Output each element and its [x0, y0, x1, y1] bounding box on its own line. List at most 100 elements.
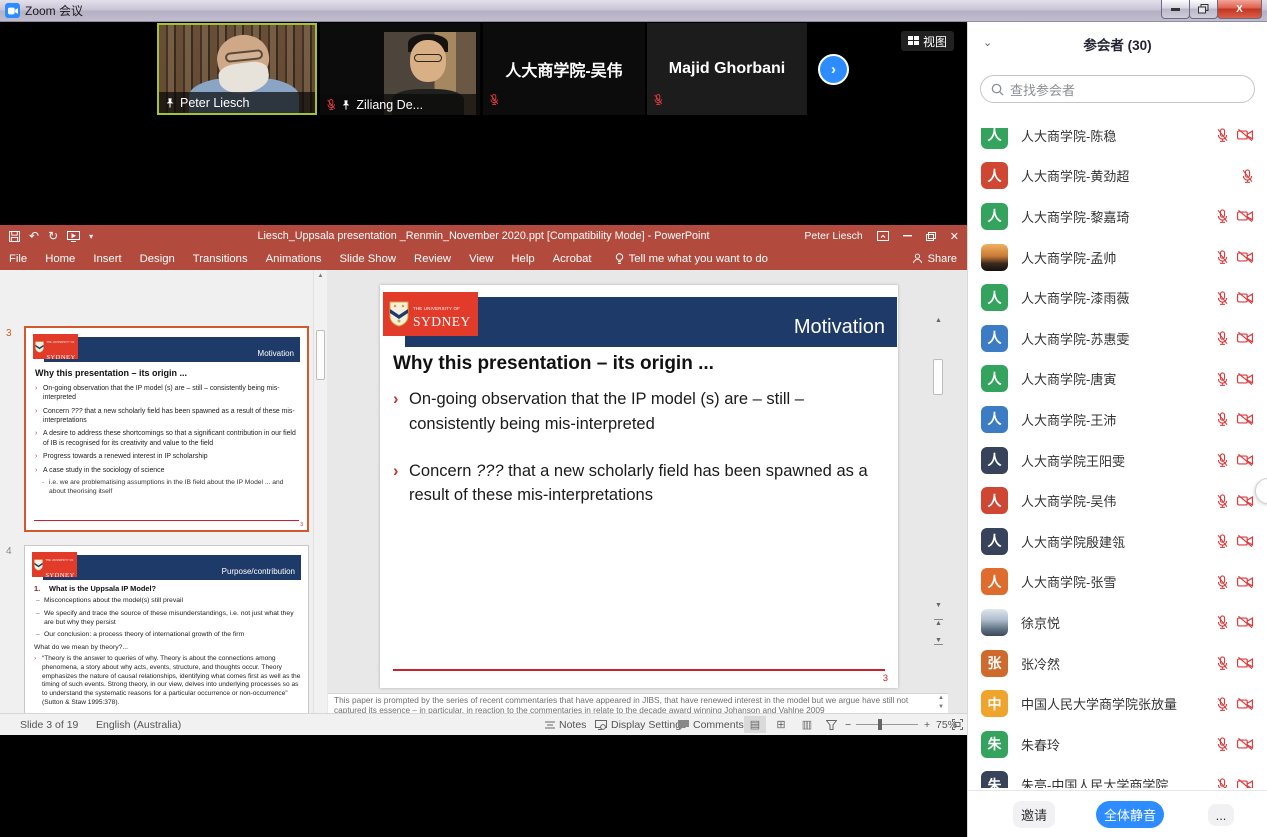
powerpoint-window: ↶ ↻ ▾ Liesch_Uppsala presentation _Renmi…: [0, 225, 967, 735]
ribbon-tab-help[interactable]: Help: [502, 247, 543, 270]
participant-row[interactable]: 人人大商学院-陈稳: [968, 128, 1267, 156]
thumb-slide-title: Why this presentation – its origin ...: [35, 368, 187, 378]
video-tile[interactable]: Ziliang De...: [320, 23, 480, 115]
reading-view-button[interactable]: ▥: [796, 716, 818, 733]
more-options-button[interactable]: ...: [1208, 804, 1234, 826]
mic-muted-icon: [1216, 208, 1229, 224]
fit-slide-to-window-button[interactable]: [952, 714, 963, 735]
slideshow-view-button[interactable]: [820, 716, 842, 733]
camera-muted-icon: [1236, 697, 1254, 711]
participant-row[interactable]: 人人大商学院-黎嘉琦: [968, 196, 1267, 237]
participant-list[interactable]: 人人大商学院-陈稳人人大商学院-黄劲超人人大商学院-黎嘉琦人大商学院-孟帅人人大…: [968, 128, 1267, 788]
invite-button[interactable]: 邀请: [1013, 801, 1055, 828]
participant-row[interactable]: 朱朱亮-中国人民大学商学院: [968, 765, 1267, 789]
qat-dropdown-caret-icon[interactable]: ▾: [89, 232, 93, 241]
ribbon-tab-acrobat[interactable]: Acrobat: [544, 247, 601, 270]
ribbon-tab-transitions[interactable]: Transitions: [184, 247, 257, 270]
ppt-account-name[interactable]: Peter Liesch: [804, 230, 862, 242]
mic-muted-icon: [1216, 533, 1229, 549]
video-tile[interactable]: 人大商学院-吴伟: [483, 23, 645, 115]
scrollbar-thumb[interactable]: [316, 330, 325, 380]
previous-slide-button[interactable]: ▲: [934, 619, 943, 627]
comments-button[interactable]: Comments: [678, 714, 744, 735]
slide-3-thumbnail[interactable]: Motivation THE UNIVERSITY OFSYDNEY Why t…: [24, 326, 309, 532]
participant-row[interactable]: 人人大商学院-张雪: [968, 562, 1267, 603]
minimize-button[interactable]: [1161, 0, 1190, 19]
ppt-titlebar[interactable]: ↶ ↻ ▾ Liesch_Uppsala presentation _Renmi…: [0, 225, 967, 247]
zoom-slider-thumb[interactable]: [878, 719, 882, 730]
thumbnail-scrollbar[interactable]: ▲: [313, 270, 327, 713]
participant-row[interactable]: 人人大商学院王阳雯: [968, 440, 1267, 481]
camera-muted-icon: [1236, 575, 1254, 589]
participant-row[interactable]: 人人大商学院-王沛: [968, 399, 1267, 440]
ribbon-tab-view[interactable]: View: [460, 247, 502, 270]
zoom-slider[interactable]: [856, 724, 918, 725]
slide-bullets[interactable]: ›On-going observation that the IP model …: [393, 387, 881, 530]
slide-thumbnail-panel[interactable]: 3 Motivation THE UNIVERSITY OFSYDNEY Why…: [0, 270, 313, 713]
participant-row[interactable]: 人人大商学院殷建瓴: [968, 521, 1267, 562]
sydney-crest-icon: [34, 559, 43, 571]
main-slide[interactable]: Motivation THE UNIVERSITY OFSYDNEY Why t…: [380, 285, 898, 688]
slide-4-thumbnail[interactable]: Purpose/contribution THE UNIVERSITY OFSY…: [24, 545, 309, 713]
zoom-in-button[interactable]: +: [924, 714, 930, 735]
ribbon-tab-home[interactable]: Home: [36, 247, 84, 270]
ribbon-tab-slide-show[interactable]: Slide Show: [331, 247, 406, 270]
display-settings-button[interactable]: Display Settings: [595, 714, 686, 735]
ribbon-display-options-icon[interactable]: [877, 231, 889, 241]
view-button[interactable]: 视图: [901, 31, 954, 51]
next-slide-button[interactable]: ▼: [934, 637, 943, 645]
redo-icon[interactable]: ↻: [48, 229, 58, 243]
notes-scroll-down-icon[interactable]: ▼: [936, 703, 946, 712]
slide-scrollbar[interactable]: ▲ ▼ ▲ ▼: [931, 317, 946, 649]
participant-row[interactable]: 朱朱春玲: [968, 724, 1267, 765]
mic-muted-icon: [653, 93, 663, 106]
participant-row[interactable]: 人大商学院-孟帅: [968, 237, 1267, 278]
participant-row[interactable]: 徐京悦: [968, 602, 1267, 643]
undo-icon[interactable]: ↶: [29, 229, 39, 243]
notes-pane[interactable]: This paper is prompted by the series of …: [328, 693, 948, 713]
ribbon-tab-file[interactable]: File: [0, 247, 36, 270]
scroll-up-icon[interactable]: ▲: [314, 270, 327, 282]
slide-sorter-view-button[interactable]: ⊞: [770, 716, 792, 733]
participant-search-input[interactable]: 查找参会者: [980, 75, 1255, 103]
zoom-out-button[interactable]: −: [845, 714, 851, 735]
participant-row[interactable]: 人人大商学院-唐寅: [968, 359, 1267, 400]
close-button[interactable]: X: [1217, 0, 1262, 19]
participant-row[interactable]: 中中国人民大学商学院张放量: [968, 683, 1267, 724]
restore-button[interactable]: [1189, 0, 1218, 19]
ribbon-tab-review[interactable]: Review: [405, 247, 460, 270]
save-icon[interactable]: [9, 231, 20, 242]
ribbon-tab-insert[interactable]: Insert: [84, 247, 130, 270]
scrollbar-thumb[interactable]: [933, 359, 943, 395]
ribbon-tab-design[interactable]: Design: [131, 247, 184, 270]
share-button[interactable]: Share: [912, 253, 957, 265]
scroll-up-icon[interactable]: ▲: [931, 317, 946, 324]
notes-scroll-up-icon[interactable]: ▲: [936, 694, 946, 703]
slide-title[interactable]: Why this presentation – its origin ...: [393, 353, 714, 375]
participant-row[interactable]: 人人大商学院-吴伟: [968, 480, 1267, 521]
scroll-down-icon[interactable]: ▼: [931, 602, 946, 609]
thumb-sub-item: –We specify and trace the source of thes…: [34, 610, 302, 628]
next-participants-button[interactable]: ›: [818, 54, 849, 85]
ppt-close-icon[interactable]: ✕: [950, 230, 959, 243]
participant-row[interactable]: 人人大商学院-苏惠雯: [968, 318, 1267, 359]
ppt-restore-icon[interactable]: [926, 232, 936, 241]
participant-row[interactable]: 张张冷然: [968, 643, 1267, 684]
participant-row[interactable]: 人人大商学院-漆雨薇: [968, 277, 1267, 318]
normal-view-button[interactable]: ▤: [744, 716, 766, 733]
video-tile[interactable]: Peter Liesch: [157, 23, 317, 115]
window-titlebar[interactable]: Zoom 会议 X: [0, 0, 1267, 22]
participant-row[interactable]: 人人大商学院-黄劲超: [968, 156, 1267, 197]
ppt-minimize-icon[interactable]: [903, 235, 912, 237]
display-settings-icon: [595, 720, 607, 730]
notes-toggle[interactable]: Notes: [545, 714, 586, 735]
language-status[interactable]: English (Australia): [96, 714, 181, 735]
start-slideshow-icon[interactable]: [67, 231, 80, 242]
ribbon-tab-animations[interactable]: Animations: [257, 247, 331, 270]
slide-bullet[interactable]: ›Concern ??? that a new scholarly field …: [393, 459, 881, 509]
tell-me-box[interactable]: Tell me what you want to do: [615, 253, 768, 265]
avatar: 张: [981, 650, 1008, 677]
video-tile[interactable]: Majid Ghorbani: [647, 23, 807, 115]
mute-all-button[interactable]: 全体静音: [1096, 801, 1164, 828]
slide-bullet[interactable]: ›On-going observation that the IP model …: [393, 387, 881, 437]
